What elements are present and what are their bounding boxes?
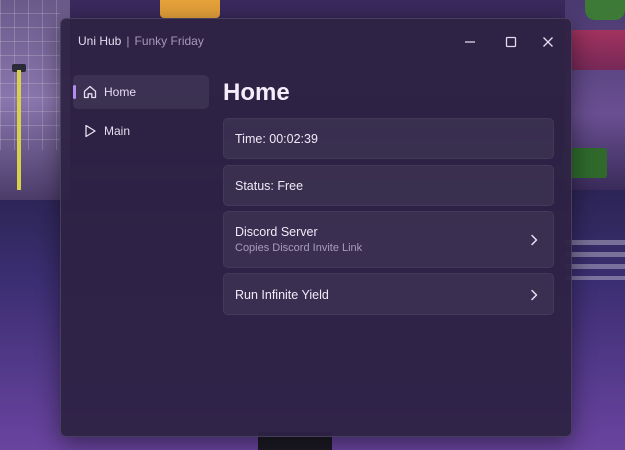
run-infinite-yield-title: Run Infinite Yield xyxy=(235,288,329,302)
discord-server-title: Discord Server xyxy=(235,225,318,239)
sidebar-item-main[interactable]: Main xyxy=(73,114,209,148)
run-infinite-yield-button[interactable]: Run Infinite Yield xyxy=(223,273,554,315)
home-icon xyxy=(83,85,97,99)
active-indicator xyxy=(73,85,76,99)
status-label: Status: Free xyxy=(235,179,304,193)
discord-server-button[interactable]: Discord Server Copies Discord Invite Lin… xyxy=(223,211,554,268)
page-title: Home xyxy=(223,79,290,106)
maximize-button[interactable] xyxy=(500,31,522,53)
sidebar-item-label: Main xyxy=(104,124,131,138)
game-scene-background: Uni Hub | Funky Friday Home Main Home Ti… xyxy=(0,0,625,450)
time-label: Time: 00:02:39 xyxy=(235,132,318,146)
close-button[interactable] xyxy=(537,31,559,53)
sidebar-item-home[interactable]: Home xyxy=(73,75,209,109)
app-name: Uni Hub xyxy=(78,34,122,48)
minimize-button[interactable] xyxy=(459,31,481,53)
hub-window: Uni Hub | Funky Friday Home Main Home Ti… xyxy=(60,18,572,437)
tree-foliage xyxy=(585,0,625,20)
sidebar: Home Main xyxy=(73,75,209,153)
maximize-icon xyxy=(505,36,517,48)
window-title: Uni Hub | Funky Friday xyxy=(78,34,204,48)
title-bar[interactable]: Uni Hub | Funky Friday xyxy=(61,19,571,63)
chevron-right-icon xyxy=(531,234,538,246)
game-name: Funky Friday xyxy=(134,34,204,48)
chevron-right-icon xyxy=(531,289,538,301)
building-windows xyxy=(0,0,60,150)
time-label-card: Time: 00:02:39 xyxy=(223,118,554,159)
status-label-card: Status: Free xyxy=(223,165,554,206)
discord-server-description: Copies Discord Invite Link xyxy=(235,242,363,254)
street-pole xyxy=(17,70,21,190)
crosswalk xyxy=(565,240,625,280)
sidebar-item-label: Home xyxy=(104,85,137,99)
close-icon xyxy=(543,37,553,47)
orange-sign xyxy=(160,0,220,18)
neon-sign xyxy=(565,30,625,70)
title-separator: | xyxy=(126,34,130,48)
play-icon xyxy=(85,124,96,138)
minimize-icon xyxy=(465,41,475,43)
